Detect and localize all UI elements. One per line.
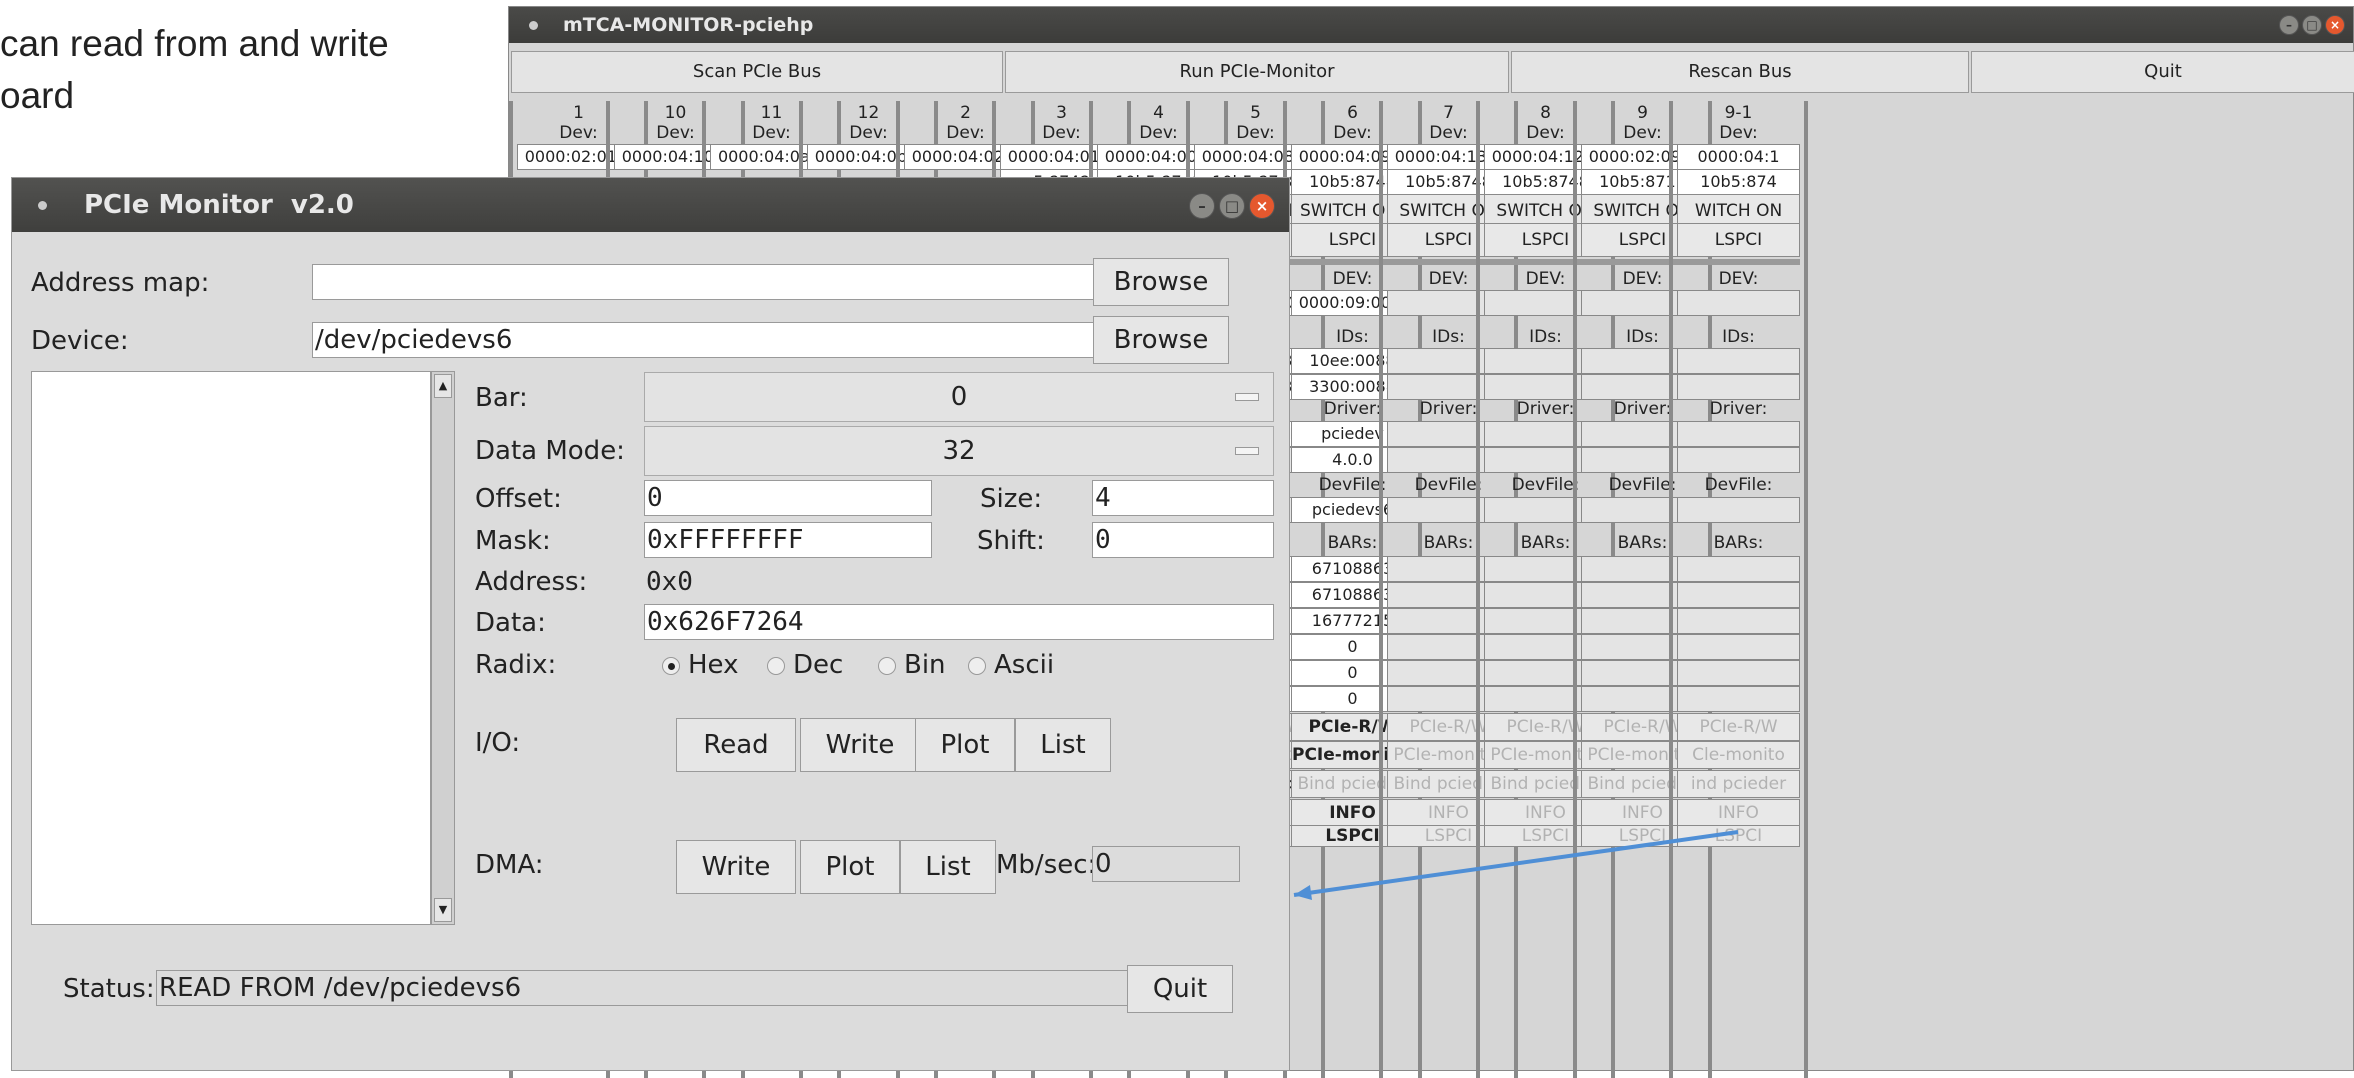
- maximize-icon[interactable]: □: [1219, 193, 1245, 219]
- scroll-up-icon[interactable]: ▲: [434, 374, 452, 398]
- address-map-label: Address map:: [31, 268, 210, 298]
- scroll-down-icon[interactable]: ▼: [434, 898, 452, 922]
- io-write-button[interactable]: Write: [800, 718, 920, 772]
- pcie-monitor-window: PCIe Monitor v2.0 – □ × Address map: Bro…: [11, 177, 1290, 1071]
- dma-write-button[interactable]: Write: [676, 840, 796, 894]
- mbsec-label: Mb/sec:: [996, 850, 1097, 880]
- offset-input[interactable]: 0: [644, 480, 932, 516]
- io-plot-button[interactable]: Plot: [915, 718, 1015, 772]
- data-input[interactable]: 0x626F7264: [644, 604, 1274, 640]
- radio-icon: [878, 656, 896, 675]
- radix-hex-label: Hex: [688, 650, 739, 680]
- address-map-input[interactable]: [312, 264, 1100, 300]
- browse-address-map-button[interactable]: Browse: [1093, 258, 1229, 306]
- dropdown-indicator-icon: [1235, 393, 1259, 401]
- close-icon[interactable]: ×: [1249, 193, 1275, 219]
- data-mode-value: 32: [942, 436, 976, 466]
- radix-dec-option[interactable]: Dec: [767, 650, 843, 680]
- bar-value: 0: [950, 382, 968, 412]
- size-label: Size:: [980, 484, 1043, 514]
- data-mode-label: Data Mode:: [475, 436, 625, 466]
- radix-bin-option[interactable]: Bin: [878, 650, 946, 680]
- status-label: Status:: [63, 974, 155, 1004]
- io-read-button[interactable]: Read: [676, 718, 796, 772]
- list-scrollbar[interactable]: ▲ ▼: [431, 371, 455, 925]
- browse-device-button[interactable]: Browse: [1093, 316, 1229, 364]
- connection-arrow: [1293, 830, 1739, 897]
- shift-label: Shift:: [977, 526, 1045, 556]
- address-label: Address:: [475, 567, 588, 597]
- mask-input[interactable]: 0xFFFFFFFF: [644, 522, 932, 558]
- bar-label: Bar:: [475, 383, 528, 413]
- radix-label: Radix:: [475, 650, 557, 680]
- device-input[interactable]: /dev/pciedevs6: [312, 322, 1100, 358]
- minimize-icon[interactable]: –: [1189, 193, 1215, 219]
- radix-ascii-option[interactable]: Ascii: [968, 650, 1054, 680]
- window-menu-icon[interactable]: [38, 201, 47, 210]
- mbsec-field: 0: [1092, 846, 1240, 882]
- radix-ascii-label: Ascii: [994, 650, 1055, 680]
- radix-dec-label: Dec: [793, 650, 844, 680]
- dma-list-button[interactable]: List: [900, 840, 996, 894]
- radio-icon: [968, 656, 986, 675]
- device-list[interactable]: [31, 371, 431, 925]
- io-list-button[interactable]: List: [1015, 718, 1111, 772]
- dropdown-indicator-icon: [1235, 447, 1259, 455]
- status-field: READ FROM /dev/pciedevs6: [156, 970, 1128, 1006]
- size-input[interactable]: 4: [1092, 480, 1274, 516]
- address-value: 0x0: [646, 567, 693, 597]
- device-label: Device:: [31, 326, 129, 356]
- radio-selected-icon: [662, 656, 680, 675]
- bar-select[interactable]: 0: [644, 372, 1274, 422]
- io-label: I/O:: [475, 728, 521, 758]
- pcie-titlebar[interactable]: PCIe Monitor v2.0 – □ ×: [12, 178, 1289, 232]
- radix-hex-option[interactable]: Hex: [662, 650, 738, 680]
- shift-input[interactable]: 0: [1092, 522, 1274, 558]
- offset-label: Offset:: [475, 484, 562, 514]
- radio-icon: [767, 656, 785, 675]
- data-label: Data:: [475, 608, 546, 638]
- quit-button[interactable]: Quit: [1127, 965, 1233, 1013]
- dma-label: DMA:: [475, 850, 544, 880]
- dma-plot-button[interactable]: Plot: [800, 840, 900, 894]
- pcie-title: PCIe Monitor v2.0: [84, 190, 354, 220]
- radix-bin-label: Bin: [904, 650, 946, 680]
- arrow-head-icon: [1294, 885, 1312, 900]
- data-mode-select[interactable]: 32: [644, 426, 1274, 476]
- mask-label: Mask:: [475, 526, 551, 556]
